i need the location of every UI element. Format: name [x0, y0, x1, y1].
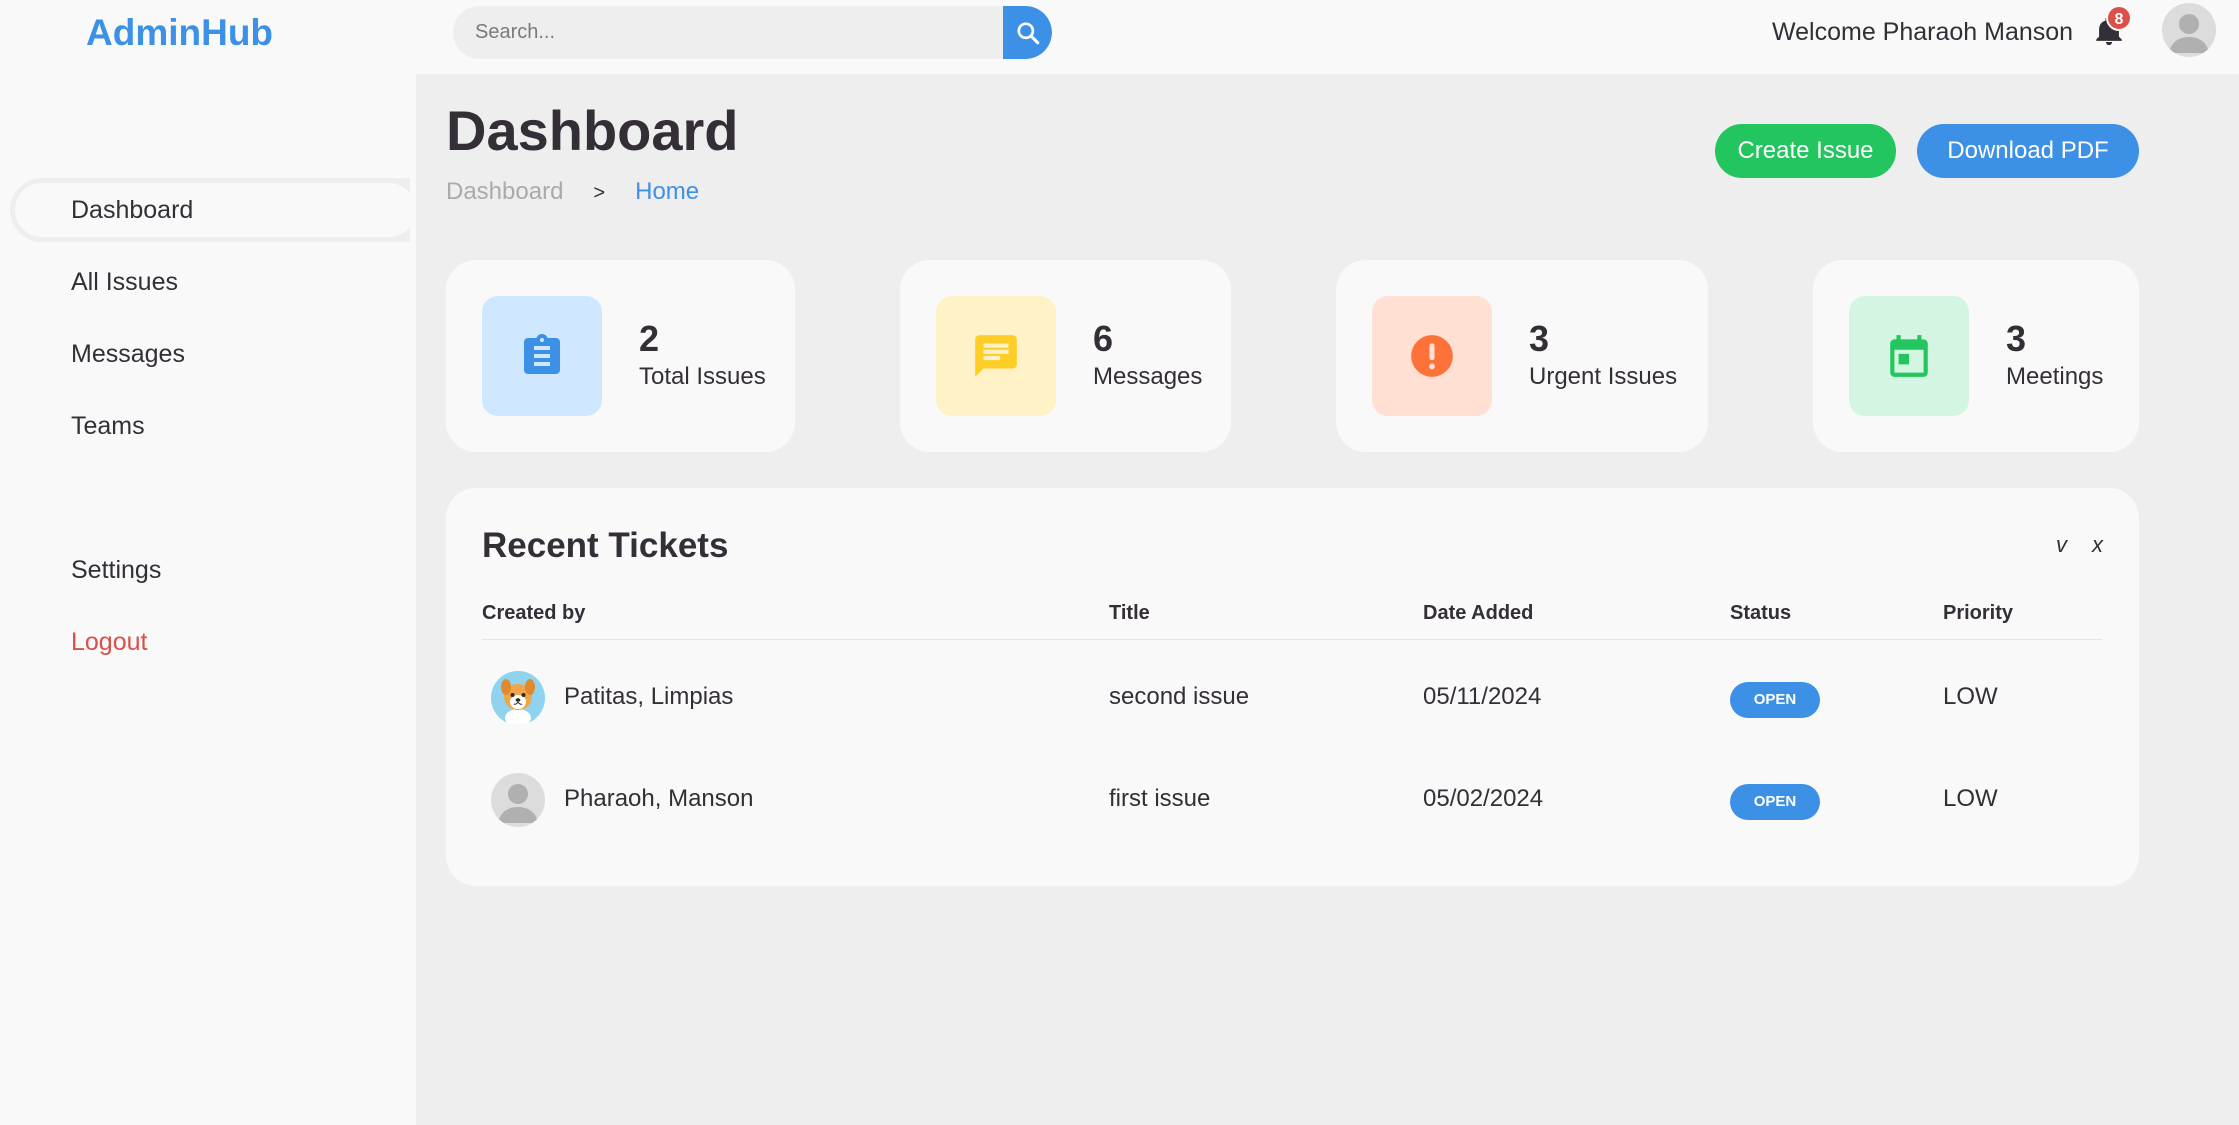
sidebar-item-label: All Issues — [71, 268, 178, 296]
user-avatar[interactable] — [2162, 3, 2216, 57]
created-by-cell: Pharaoh, Manson — [564, 785, 754, 812]
alert-icon — [1411, 335, 1453, 377]
search-button[interactable] — [1003, 6, 1052, 59]
title-cell: second issue — [1109, 683, 1250, 710]
stat-icon-box — [936, 296, 1056, 416]
breadcrumb-separator: > — [593, 182, 606, 204]
sidebar-item-all-issues[interactable]: All Issues — [10, 250, 410, 314]
default-user-avatar — [491, 773, 545, 827]
top-navbar: AdminHub Welcome Pharaoh Manson 8 — [0, 0, 2239, 74]
column-header-title: Title — [1109, 602, 1150, 624]
clipboard-icon — [524, 334, 560, 374]
date-cell: 05/11/2024 — [1423, 683, 1542, 710]
stat-label: Urgent Issues — [1529, 363, 1678, 390]
sidebar-item-label: Settings — [71, 556, 162, 584]
stat-icon-box — [482, 296, 602, 416]
search-form — [453, 6, 1052, 59]
dog-icon — [501, 679, 535, 725]
header-divider — [482, 639, 2102, 640]
stat-label: Messages — [1093, 363, 1203, 390]
close-panel-button[interactable]: x — [2092, 532, 2103, 558]
status-badge: OPEN — [1730, 784, 1820, 820]
sidebar-item-label: Logout — [71, 628, 148, 656]
breadcrumb: Dashboard > Home — [446, 178, 699, 208]
sidebar-item-messages[interactable]: Messages — [10, 322, 410, 386]
stat-value: 2 — [639, 318, 660, 359]
stat-icon-box — [1372, 296, 1492, 416]
column-header-status: Status — [1730, 602, 1792, 624]
sidebar-item-teams[interactable]: Teams — [10, 394, 410, 458]
search-icon — [1016, 21, 1039, 44]
main-content: Dashboard Dashboard > Home Create Issue … — [416, 74, 2239, 1125]
panel-title: Recent Tickets — [482, 526, 729, 565]
stat-value: 3 — [1529, 318, 1550, 359]
user-icon — [498, 784, 538, 823]
status-badge: OPEN — [1730, 682, 1820, 718]
welcome-text: Welcome Pharaoh Manson — [1772, 18, 2074, 46]
stat-label: Total Issues — [639, 363, 766, 390]
sidebar: Dashboard All Issues Messages Teams Sett… — [0, 74, 416, 1125]
create-issue-button[interactable]: Create Issue — [1715, 124, 1896, 178]
notification-badge: 8 — [2106, 5, 2132, 31]
sidebar-item-label: Dashboard — [71, 196, 194, 224]
search-input[interactable] — [453, 6, 1003, 59]
stat-card-meetings[interactable]: 3 Meetings — [1813, 260, 2139, 452]
stat-icon-box — [1849, 296, 1969, 416]
page-title: Dashboard — [446, 99, 739, 162]
message-icon — [975, 335, 1017, 377]
stat-value: 3 — [2006, 318, 2027, 359]
stat-card-urgent-issues[interactable]: 3 Urgent Issues — [1336, 260, 1708, 452]
column-header-date-added: Date Added — [1423, 602, 1534, 624]
stat-value: 6 — [1093, 318, 1114, 359]
created-by-cell: Patitas, Limpias — [564, 683, 734, 710]
stat-card-total-issues[interactable]: 2 Total Issues — [446, 260, 795, 452]
stat-label: Meetings — [2006, 363, 2104, 390]
sidebar-item-logout[interactable]: Logout — [10, 610, 410, 674]
column-header-priority: Priority — [1943, 602, 2014, 624]
breadcrumb-dashboard[interactable]: Dashboard — [446, 178, 563, 208]
date-cell: 05/02/2024 — [1423, 785, 1544, 812]
sidebar-item-label: Messages — [71, 340, 185, 368]
sidebar-item-dashboard[interactable]: Dashboard — [10, 178, 416, 242]
recent-tickets-panel: Recent Tickets v x Created by Title Date… — [446, 488, 2139, 886]
user-icon — [2169, 14, 2209, 53]
brand-logo[interactable]: AdminHub — [86, 12, 273, 54]
sidebar-item-label: Teams — [71, 412, 145, 440]
sidebar-item-settings[interactable]: Settings — [10, 538, 410, 602]
download-pdf-button[interactable]: Download PDF — [1917, 124, 2139, 178]
priority-cell: LOW — [1943, 785, 1998, 812]
column-header-created-by: Created by — [482, 602, 586, 624]
breadcrumb-home[interactable]: Home — [635, 178, 699, 208]
stat-card-messages[interactable]: 6 Messages — [900, 260, 1231, 452]
calendar-icon — [1890, 335, 1928, 377]
title-cell: first issue — [1109, 785, 1211, 812]
dog-avatar — [491, 671, 545, 725]
priority-cell: LOW — [1943, 683, 1998, 710]
collapse-toggle[interactable]: v — [2056, 532, 2067, 558]
